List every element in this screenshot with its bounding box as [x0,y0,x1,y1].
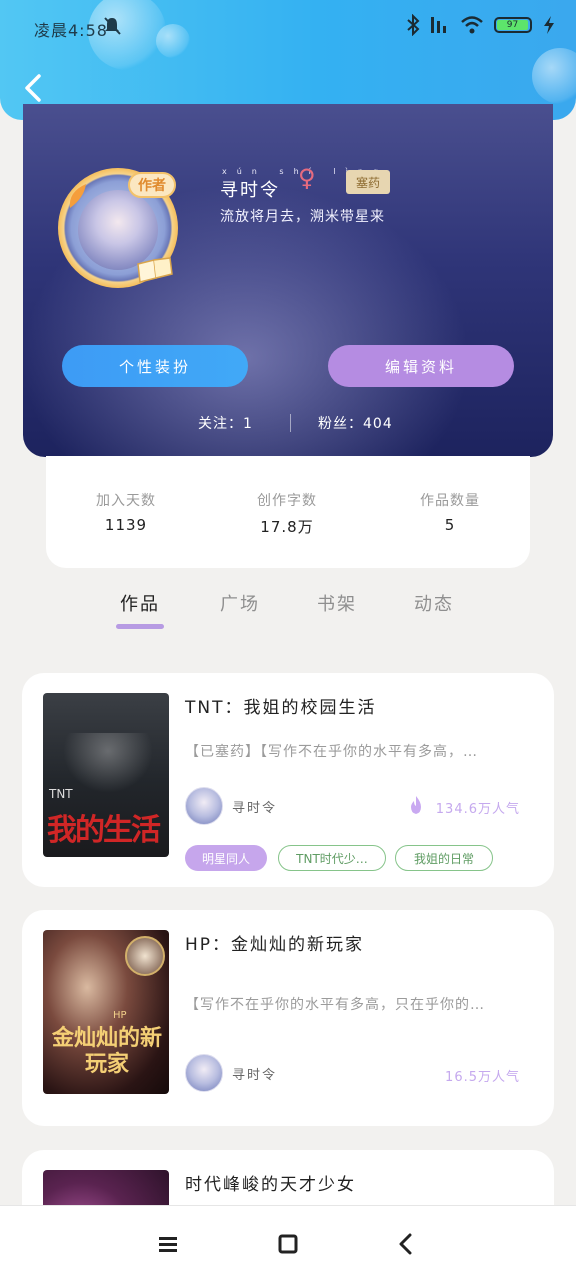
feather-decoration-icon [69,184,86,208]
stat-label: 创作字数 [257,493,317,509]
stat-label: 作品数量 [420,493,480,509]
tab-square[interactable]: 广场 [210,590,270,616]
stats-card: 加入天数 1139 创作字数 17.8万 作品数量 5 [46,456,530,568]
bluetooth-icon [407,14,420,36]
tag[interactable]: 我姐的日常 [395,845,493,871]
tab-active-indicator [116,624,164,629]
decorative-bubble [532,48,576,104]
battery-level: 97 [497,20,529,30]
stat-label: 加入天数 [96,493,156,509]
female-icon: ♀ [298,164,316,192]
cover-caption: TNT [49,787,73,801]
system-back-button[interactable] [386,1226,426,1262]
work-popularity: 16.5万人气 [445,1070,520,1085]
top-header: 凌晨4:58 97 [0,0,576,120]
cover-title: 金灿灿的新玩家 [51,1026,162,1077]
work-author: 寻时令 [232,1068,278,1083]
menu-button[interactable] [148,1226,188,1262]
avatar[interactable]: 作者 [58,168,178,288]
cover-figures [63,733,153,793]
tab-activity[interactable]: 动态 [404,590,464,616]
book-cover: HP 金灿灿的新玩家 [43,930,169,1094]
username: 寻时令 [220,180,280,201]
status-tag: 塞药 [346,170,390,194]
tab-works[interactable]: 作品 [110,590,170,616]
stat-word-count: 创作字数 17.8万 [227,490,347,537]
book-decoration-icon [137,257,173,283]
menu-icon [159,1237,177,1252]
bio: 流放将月去，溯米带星来 [220,209,385,225]
tab-bar: 作品 广场 书架 动态 [0,580,576,640]
back-button[interactable] [18,70,48,106]
tag[interactable]: TNT时代少… [278,845,386,871]
work-author: 寻时令 [232,801,278,816]
work-title[interactable]: 时代峰峻的天才少女 [185,1170,356,1195]
tag[interactable]: 明星同人 [185,845,267,871]
fans-count[interactable]: 粉丝：404 [318,413,393,433]
wifi-icon [461,16,483,34]
work-card[interactable]: HP 金灿灿的新玩家 HP：金灿灿的新玩家 【写作不在乎你的水平有多高，只在乎你… [22,910,554,1126]
work-title[interactable]: HP：金灿灿的新玩家 [185,930,364,955]
divider [290,414,291,432]
book-cover: TNT 我的生活 [43,693,169,857]
home-button[interactable] [268,1226,308,1262]
stat-value: 17.8万 [260,518,314,536]
cover-portrait [125,936,165,976]
signal-icon [431,17,446,33]
charging-icon [544,16,554,34]
work-card[interactable]: TNT 我的生活 TNT：我姐的校园生活 【已塞药】【写作不在乎你的水平有多高，… [22,673,554,887]
cover-title: 我的生活 [47,813,161,848]
back-icon [399,1233,412,1255]
stat-value: 5 [444,516,456,534]
flame-icon [411,796,421,814]
status-time: 凌晨4:58 [34,21,108,40]
decorative-bubble [156,24,190,58]
battery-icon: 97 [494,17,532,33]
back-icon [25,74,41,102]
stat-value: 1139 [104,516,148,534]
author-badge: 作者 [128,172,176,198]
bell-muted-icon [104,17,121,35]
decorate-button[interactable]: 个性装扮 [62,345,248,387]
author-avatar [185,1054,223,1092]
tab-bookshelf[interactable]: 书架 [307,590,367,616]
follow-count[interactable]: 关注：1 [198,413,253,433]
work-title[interactable]: TNT：我姐的校园生活 [185,693,377,718]
work-popularity: 134.6万人气 [435,802,520,817]
author-avatar [185,787,223,825]
system-nav-bar [0,1205,576,1280]
stat-works-count: 作品数量 5 [390,490,510,534]
stat-join-days: 加入天数 1139 [66,490,186,534]
cover-caption: HP [113,1010,127,1021]
work-description: 【写作不在乎你的水平有多高，只在乎你的… [185,997,485,1013]
status-icons: 97 [406,14,556,36]
edit-profile-button[interactable]: 编辑资料 [328,345,514,387]
home-icon [278,1234,298,1254]
work-description: 【已塞药】【写作不在乎你的水平有多高，… [185,744,478,760]
